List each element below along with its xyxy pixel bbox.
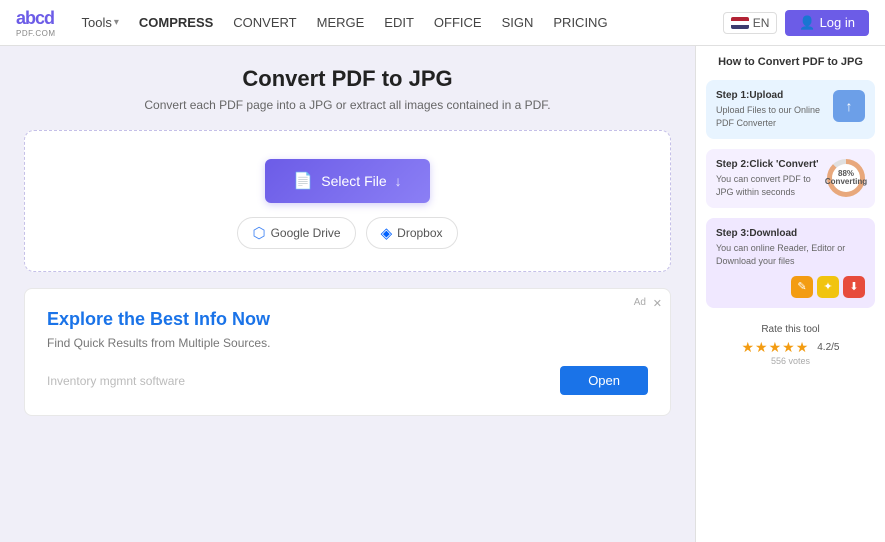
edit-icon: ✦ <box>817 276 839 298</box>
flag-icon <box>731 17 749 29</box>
ad-open-button[interactable]: Open <box>560 366 648 395</box>
step1-desc: Upload Files to our Online PDF Converter <box>716 104 827 129</box>
google-drive-label: Google Drive <box>271 226 341 240</box>
tools-label: Tools <box>82 15 112 30</box>
step2-desc: You can convert PDF to JPG within second… <box>716 173 821 198</box>
google-drive-icon: ⬡ <box>252 224 265 242</box>
pricing-label: PRICING <box>553 15 607 30</box>
logo-pdf: PDF.COM <box>16 29 56 38</box>
ad-label: Ad <box>634 297 646 308</box>
progress-circle: 88% Converting <box>827 159 865 197</box>
step1-card: Step 1:Upload Upload Files to our Online… <box>706 80 875 139</box>
step2-label: Step 2:Click 'Convert' <box>716 159 821 170</box>
user-icon: 👤 <box>799 15 815 31</box>
step3-label: Step 3:Download <box>716 228 865 239</box>
step3-header: Step 3:Download You can online Reader, E… <box>716 228 865 267</box>
dropbox-icon: ◈ <box>381 224 393 242</box>
cloud-options: ⬡ Google Drive ◈ Dropbox <box>45 217 650 249</box>
step3-icons: ✎ ✦ ⬇ <box>716 276 865 298</box>
nav-tools[interactable]: Tools ▾ <box>74 11 127 34</box>
rating-label: Rate this tool <box>706 324 875 335</box>
nav-sign[interactable]: SIGN <box>494 11 542 34</box>
ad-query: Inventory mgmnt software <box>47 374 185 388</box>
nav-office[interactable]: OFFICE <box>426 11 490 34</box>
step1-label: Step 1:Upload <box>716 90 827 101</box>
rating-stars: ★★★★★ <box>741 339 809 356</box>
nav-right: EN 👤 Log in <box>723 10 869 36</box>
upload-icon: ↑ <box>846 98 853 114</box>
progress-inner: 88% Converting <box>832 164 860 192</box>
rating-votes: 556 votes <box>706 356 875 366</box>
sidebar-title: How to Convert PDF to JPG <box>706 56 875 68</box>
select-file-label: Select File <box>321 173 386 189</box>
main-layout: Convert PDF to JPG Convert each PDF page… <box>0 46 885 542</box>
chevron-down-icon: ▾ <box>114 17 119 28</box>
lang-label: EN <box>753 16 770 30</box>
sign-label: SIGN <box>502 15 534 30</box>
ad-bottom: Inventory mgmnt software Open <box>47 366 648 395</box>
step1-header: Step 1:Upload Upload Files to our Online… <box>716 90 865 129</box>
step2-header: Step 2:Click 'Convert' You can convert P… <box>716 159 865 198</box>
login-button[interactable]: 👤 Log in <box>785 10 869 36</box>
nav-convert[interactable]: CONVERT <box>225 11 304 34</box>
compress-label: COMPRESS <box>139 15 213 30</box>
reader-icon: ✎ <box>791 276 813 298</box>
content-area: Convert PDF to JPG Convert each PDF page… <box>0 46 695 542</box>
step2-card: Step 2:Click 'Convert' You can convert P… <box>706 149 875 208</box>
dropbox-label: Dropbox <box>397 226 442 240</box>
google-drive-button[interactable]: ⬡ Google Drive <box>237 217 355 249</box>
logo-text: abcd <box>16 8 54 29</box>
step3-desc: You can online Reader, Editor or Downloa… <box>716 242 865 267</box>
logo[interactable]: abcd PDF.COM <box>16 8 56 38</box>
step3-text: Step 3:Download You can online Reader, E… <box>716 228 865 267</box>
step3-card: Step 3:Download You can online Reader, E… <box>706 218 875 307</box>
ad-subtitle: Find Quick Results from Multiple Sources… <box>47 336 648 350</box>
nav-compress[interactable]: COMPRESS <box>131 11 221 34</box>
nav-merge[interactable]: MERGE <box>309 11 373 34</box>
close-ad-button[interactable]: ✕ <box>653 297 662 310</box>
progress-sub: Converting <box>825 178 867 186</box>
ad-box: Ad ✕ Explore the Best Info Now Find Quic… <box>24 288 671 416</box>
navbar: abcd PDF.COM Tools ▾ COMPRESS CONVERT ME… <box>0 0 885 46</box>
upload-arrow-icon: ↓ <box>395 173 402 189</box>
upload-box: 📄 Select File ↓ ⬡ Google Drive ◈ Dropbox <box>24 130 671 272</box>
edit-label: EDIT <box>384 15 414 30</box>
sidebar: How to Convert PDF to JPG Step 1:Upload … <box>695 46 885 542</box>
file-icon: 📄 <box>293 171 313 191</box>
step2-text: Step 2:Click 'Convert' You can convert P… <box>716 159 821 198</box>
office-label: OFFICE <box>434 15 482 30</box>
merge-label: MERGE <box>317 15 365 30</box>
step1-text: Step 1:Upload Upload Files to our Online… <box>716 90 827 129</box>
nav-pricing[interactable]: PRICING <box>545 11 615 34</box>
ad-title: Explore the Best Info Now <box>47 309 648 330</box>
step1-icon: ↑ <box>833 90 865 122</box>
rating-row: ★★★★★ 4.2/5 <box>706 339 875 356</box>
nav-edit[interactable]: EDIT <box>376 11 422 34</box>
convert-label: CONVERT <box>233 15 296 30</box>
language-button[interactable]: EN <box>723 12 778 34</box>
page-title: Convert PDF to JPG <box>24 66 671 92</box>
page-subtitle: Convert each PDF page into a JPG or extr… <box>24 98 671 112</box>
rating-score: 4.2/5 <box>817 342 839 353</box>
rating-section: Rate this tool ★★★★★ 4.2/5 556 votes <box>706 324 875 366</box>
nav-items: Tools ▾ COMPRESS CONVERT MERGE EDIT OFFI… <box>74 11 723 34</box>
dropbox-button[interactable]: ◈ Dropbox <box>366 217 458 249</box>
download-icon: ⬇ <box>843 276 865 298</box>
login-label: Log in <box>820 15 855 30</box>
select-file-button[interactable]: 📄 Select File ↓ <box>265 159 429 203</box>
